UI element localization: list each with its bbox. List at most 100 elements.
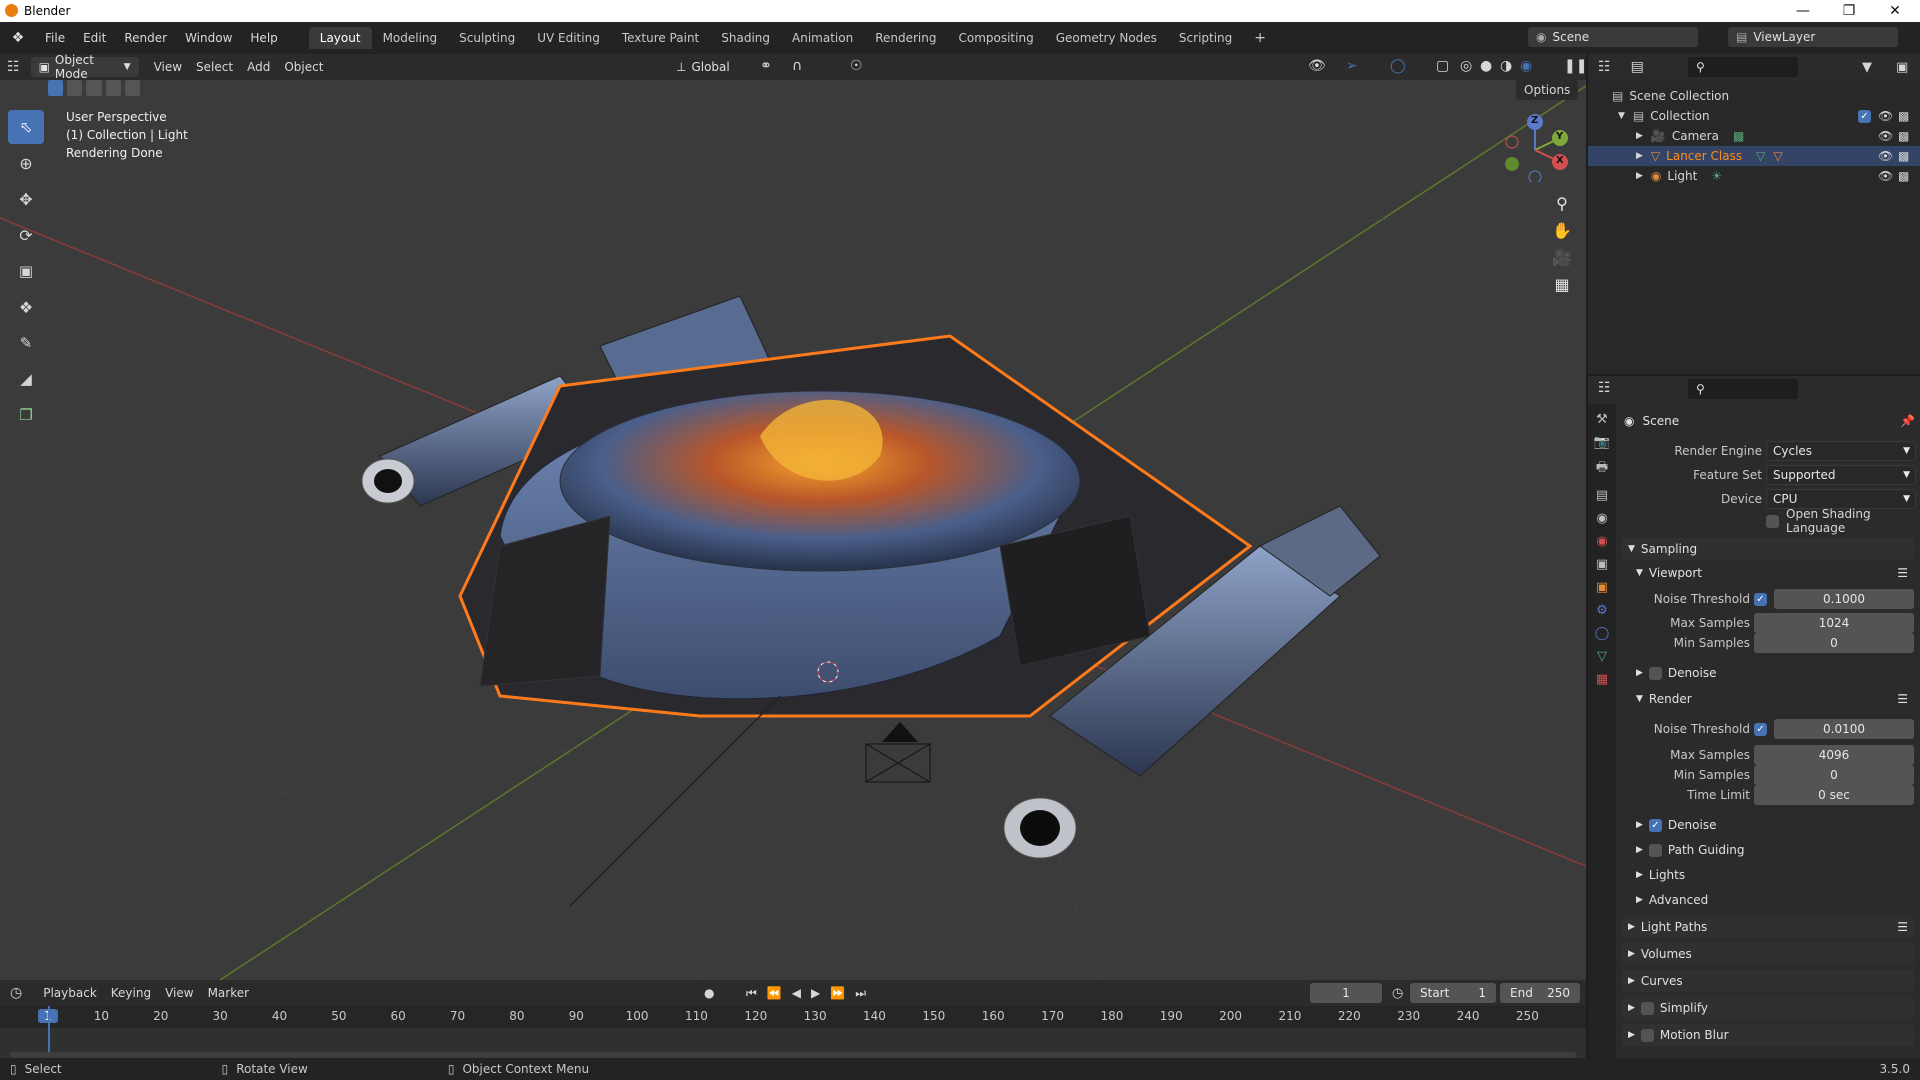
menu-edit[interactable]: Edit: [74, 27, 115, 49]
select-new-icon[interactable]: [48, 80, 64, 96]
outliner-editor-icon[interactable]: ☷: [1598, 59, 1611, 75]
expand-arrow-icon[interactable]: ▶: [1636, 151, 1643, 161]
simplify-panel-header[interactable]: ▶ Simplify: [1622, 997, 1914, 1019]
jump-start-icon[interactable]: ⏮: [746, 986, 757, 1001]
feature-set-dropdown[interactable]: Supported ▼: [1766, 465, 1916, 485]
filter-icon[interactable]: ▼: [1862, 60, 1872, 75]
prev-keyframe-icon[interactable]: ⏪: [767, 986, 782, 1001]
next-keyframe-icon[interactable]: ⏩: [830, 986, 845, 1001]
visibility-icon[interactable]: 👁: [1308, 58, 1326, 74]
outliner-search[interactable]: ⚲: [1688, 57, 1798, 77]
record-icon[interactable]: ●: [704, 986, 714, 1000]
move-tool[interactable]: ✥: [8, 182, 44, 216]
timeline-editor-icon[interactable]: ◷: [10, 985, 22, 1001]
properties-search[interactable]: ⚲: [1688, 379, 1798, 399]
output-tab-icon[interactable]: 🖶: [1596, 458, 1608, 480]
viewport-subpanel-header[interactable]: ▼ Viewport ☰: [1636, 562, 1914, 584]
scene-selector[interactable]: ◉ Scene: [1528, 27, 1698, 47]
list-icon[interactable]: ☰: [1897, 920, 1908, 934]
outliner-item-camera[interactable]: ▶ 🎥 Camera ▩ 👁 ▩: [1588, 126, 1920, 146]
modifier-tab-icon[interactable]: ⚙: [1596, 603, 1608, 618]
overlays-icon[interactable]: ◯: [1390, 58, 1406, 74]
3d-viewport[interactable]: User Perspective (1) Collection | Light …: [0, 76, 1586, 980]
render-tab-icon[interactable]: 📷: [1594, 435, 1610, 450]
list-icon[interactable]: ☰: [1897, 692, 1908, 706]
jump-end-icon[interactable]: ⏭: [855, 986, 866, 1001]
tab-uv-editing[interactable]: UV Editing: [526, 27, 611, 49]
collection-tab-icon[interactable]: ▣: [1596, 557, 1608, 572]
outliner-item-lancer-class[interactable]: ▶ ▽ Lancer Class ▽ ▽ 👁 ▩: [1588, 146, 1920, 166]
eye-icon[interactable]: 👁: [1878, 109, 1893, 123]
eye-icon[interactable]: 👁: [1878, 129, 1893, 143]
camera-render-icon[interactable]: ▩: [1898, 169, 1909, 183]
select-extend-icon[interactable]: [67, 80, 83, 96]
curves-panel-header[interactable]: ▶ Curves: [1622, 970, 1914, 992]
tool-tab-icon[interactable]: ⚒: [1596, 412, 1608, 427]
expand-arrow-icon[interactable]: ▶: [1636, 131, 1643, 141]
xray-icon[interactable]: ▢: [1436, 58, 1449, 74]
snap-icon[interactable]: ∩: [792, 58, 802, 74]
tab-rendering[interactable]: Rendering: [864, 27, 947, 49]
measure-tool[interactable]: ◢: [8, 362, 44, 396]
add-workspace-icon[interactable]: +: [1243, 27, 1277, 49]
mode-dropdown[interactable]: ▣ Object Mode ▼: [30, 53, 139, 81]
close-window-button[interactable]: ✕: [1872, 0, 1918, 22]
menu-window[interactable]: Window: [176, 27, 241, 49]
path-guiding-checkbox[interactable]: [1648, 843, 1662, 857]
vp-max-samples-field[interactable]: 1024: [1754, 613, 1914, 633]
outliner-scene-collection[interactable]: ▤ Scene Collection: [1588, 86, 1920, 106]
minimize-button[interactable]: —: [1780, 0, 1826, 22]
timeline-area[interactable]: 1102030405060708090100110120130140150160…: [0, 1006, 1586, 1060]
scale-tool[interactable]: ▣: [8, 254, 44, 288]
outliner-collection[interactable]: ▼ ▤ Collection ✓ 👁 ▩: [1588, 106, 1920, 126]
grid-view-icon[interactable]: ▦: [1554, 275, 1569, 294]
render-subpanel-header[interactable]: ▼ Render ☰: [1636, 688, 1914, 710]
collapse-arrow-icon[interactable]: ▼: [1618, 111, 1625, 121]
add-cube-tool[interactable]: ❐: [8, 398, 44, 432]
options-button[interactable]: Options: [1516, 80, 1579, 100]
render-engine-dropdown[interactable]: Cycles ▼: [1766, 441, 1916, 461]
r-denoise-header[interactable]: ▶ ✓ Denoise: [1636, 814, 1716, 836]
outliner-item-light[interactable]: ▶ ◉ Light ☀ 👁 ▩: [1588, 166, 1920, 186]
data-tab-icon[interactable]: ▽: [1597, 649, 1607, 664]
osl-checkbox[interactable]: [1766, 514, 1779, 528]
physics-tab-icon[interactable]: ◯: [1595, 626, 1610, 641]
camera-render-icon[interactable]: ▩: [1898, 109, 1909, 123]
volumes-panel-header[interactable]: ▶ Volumes: [1622, 943, 1914, 965]
select-box-tool[interactable]: ⬁: [8, 110, 44, 144]
r-min-samples-field[interactable]: 0: [1754, 765, 1914, 785]
lights-subpanel-header[interactable]: ▶ Lights: [1636, 864, 1685, 886]
pin-icon[interactable]: 📌: [1900, 414, 1915, 428]
vp-denoise-header[interactable]: ▶ Denoise: [1636, 662, 1716, 684]
menu-help[interactable]: Help: [241, 27, 286, 49]
navigation-gizmo[interactable]: Z Y X: [1500, 112, 1570, 184]
menu-object[interactable]: Object: [277, 57, 330, 77]
cursor-tool[interactable]: ⊕: [8, 146, 44, 180]
device-dropdown[interactable]: CPU ▼: [1766, 489, 1916, 509]
menu-render[interactable]: Render: [115, 27, 176, 49]
play-reverse-icon[interactable]: ◀: [792, 986, 801, 1001]
menu-marker[interactable]: Marker: [201, 983, 256, 1003]
motion-blur-panel-header[interactable]: ▶ Motion Blur: [1622, 1024, 1914, 1046]
menu-keying[interactable]: Keying: [104, 983, 158, 1003]
r-noise-threshold-field[interactable]: 0.0100: [1774, 719, 1914, 739]
menu-file[interactable]: File: [36, 27, 74, 49]
material-shading-icon[interactable]: ◑: [1500, 58, 1512, 74]
r-noise-threshold-checkbox[interactable]: ✓: [1754, 722, 1767, 736]
eye-icon[interactable]: 👁: [1878, 169, 1893, 183]
collection-checkbox[interactable]: ✓: [1858, 109, 1871, 123]
r-max-samples-field[interactable]: 4096: [1754, 745, 1914, 765]
annotate-tool[interactable]: ✎: [8, 326, 44, 360]
frame-ruler[interactable]: 1102030405060708090100110120130140150160…: [0, 1006, 1586, 1028]
tab-geometry-nodes[interactable]: Geometry Nodes: [1045, 27, 1168, 49]
transform-tool[interactable]: ❖: [8, 290, 44, 324]
camera-view-icon[interactable]: 🎥: [1552, 248, 1572, 267]
menu-add[interactable]: Add: [240, 57, 277, 77]
tab-sculpting[interactable]: Sculpting: [448, 27, 526, 49]
pivot-icon[interactable]: ⚭: [760, 58, 772, 74]
display-mode-icon[interactable]: ▤: [1631, 59, 1644, 75]
tab-animation[interactable]: Animation: [781, 27, 864, 49]
menu-playback[interactable]: Playback: [36, 983, 104, 1003]
path-guiding-header[interactable]: ▶ Path Guiding: [1636, 839, 1745, 861]
tab-compositing[interactable]: Compositing: [947, 27, 1044, 49]
